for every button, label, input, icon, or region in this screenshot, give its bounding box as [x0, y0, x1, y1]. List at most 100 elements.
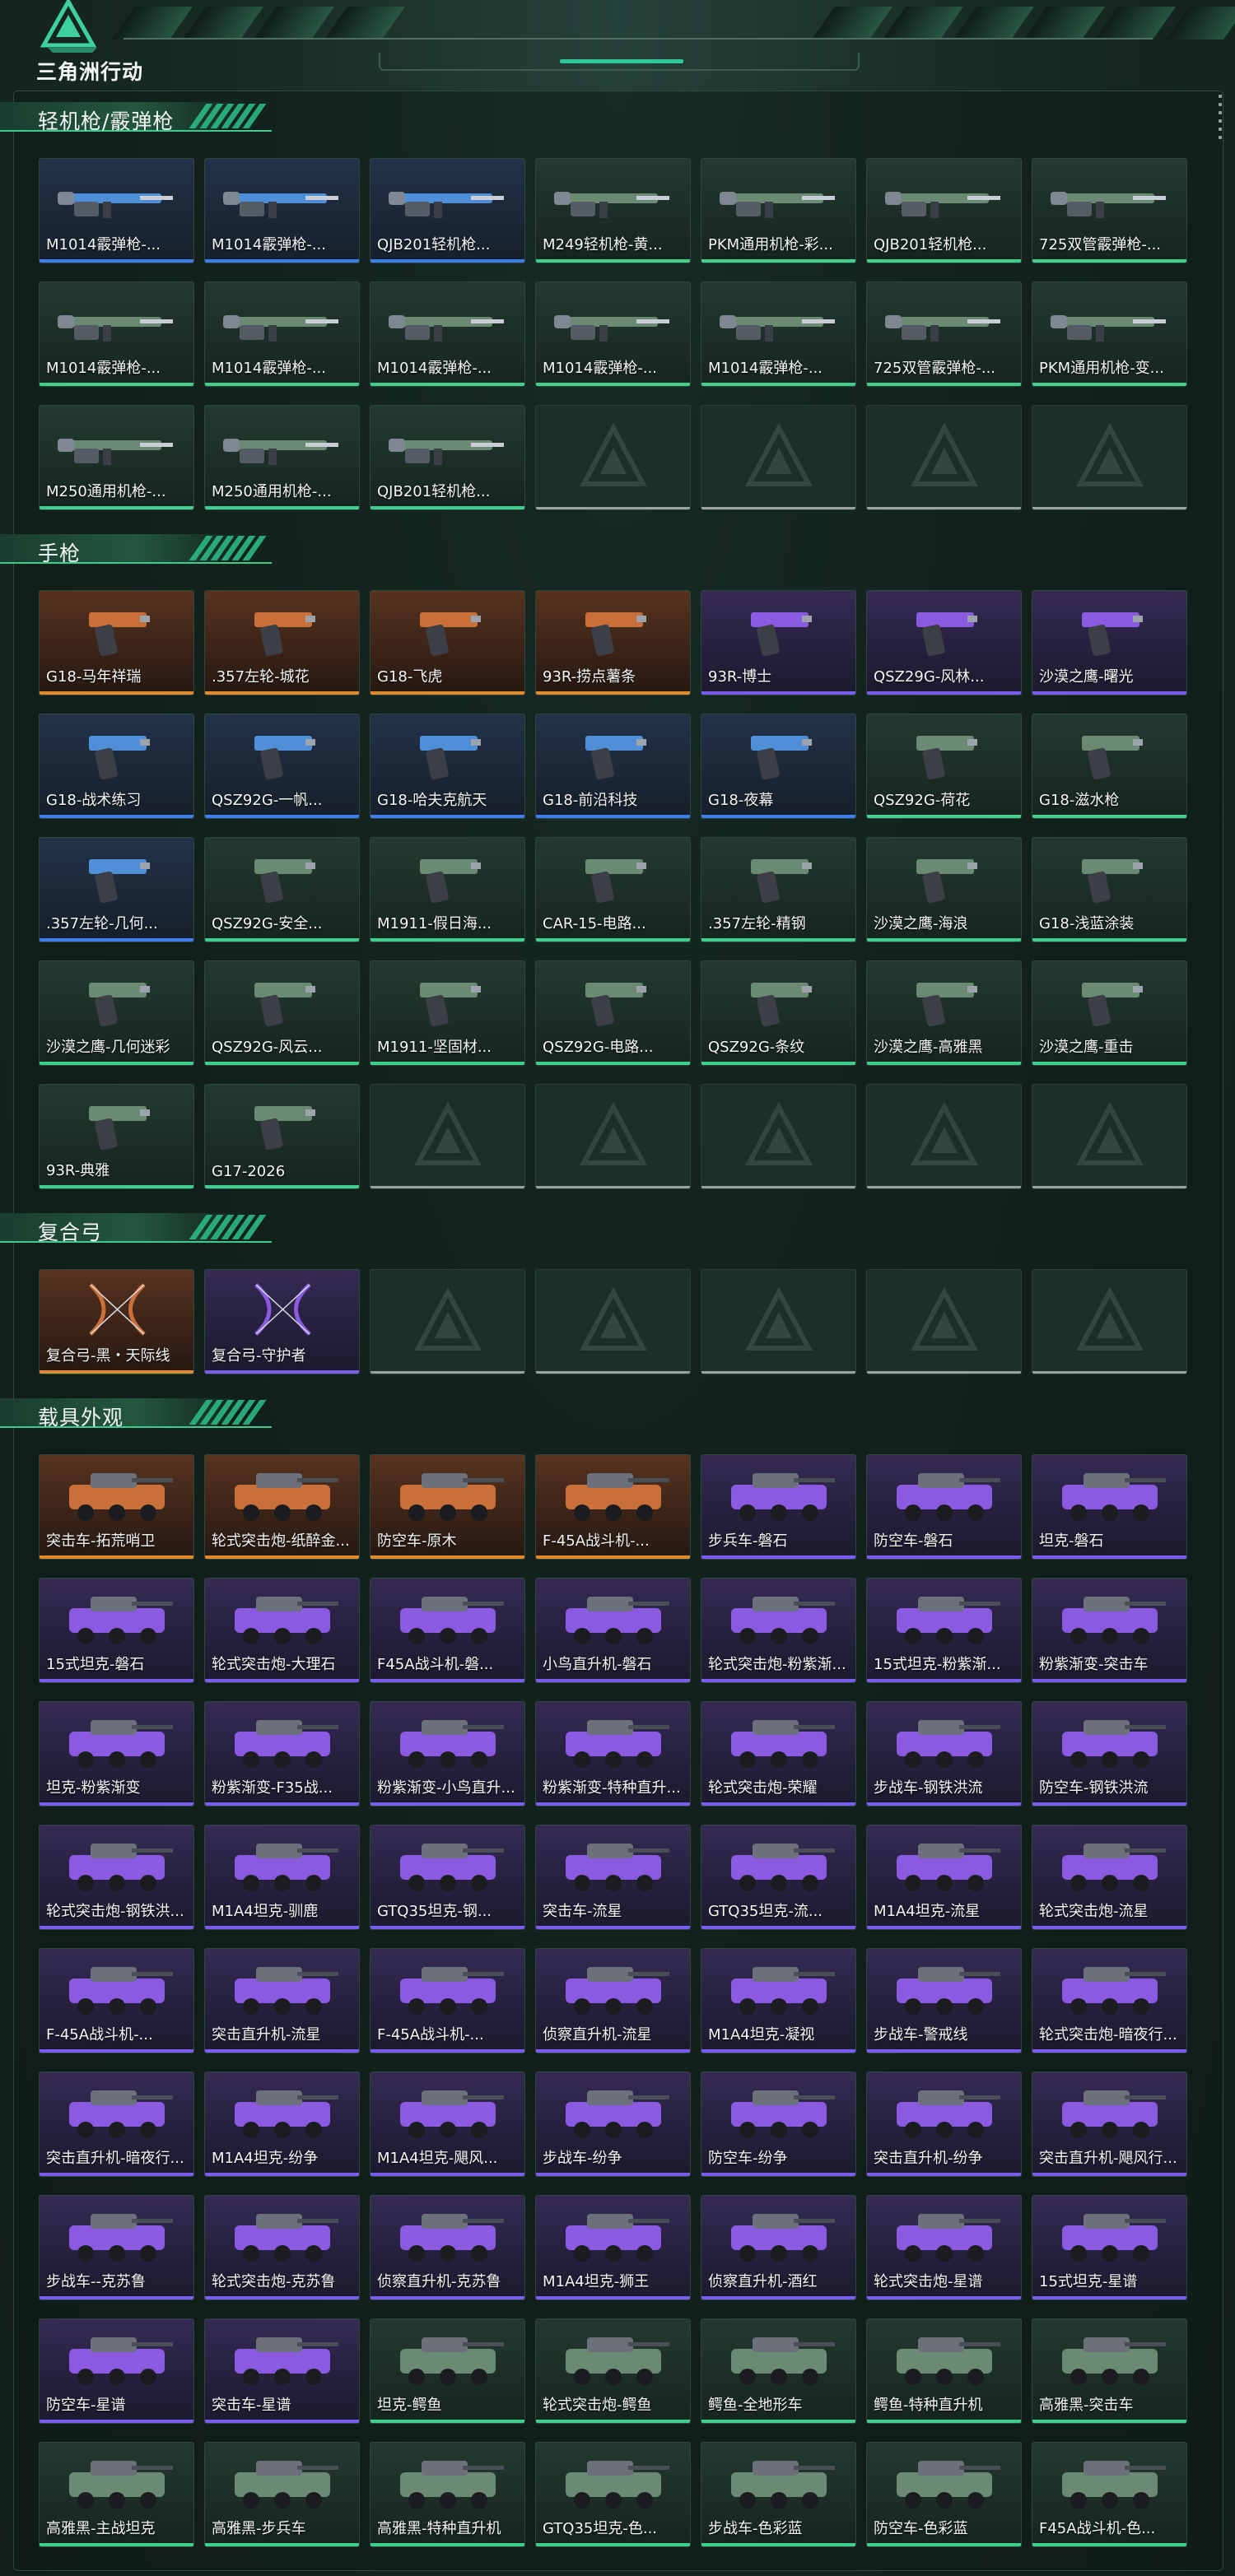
- skin-card[interactable]: 725双管霰弹枪-...: [866, 281, 1022, 387]
- skin-card[interactable]: 防空车-磐石: [866, 1454, 1022, 1560]
- skin-card[interactable]: QJB201轻机枪...: [370, 158, 525, 263]
- skin-card[interactable]: G18-滋水枪: [1032, 714, 1187, 819]
- skin-card[interactable]: M1A4坦克-飓风...: [370, 2071, 525, 2177]
- skin-card[interactable]: QJB201轻机枪...: [370, 405, 525, 510]
- skin-card[interactable]: G18-浅蓝涂装: [1032, 837, 1187, 942]
- skin-card[interactable]: G18-前沿科技: [535, 714, 691, 819]
- skin-card[interactable]: M249轻机枪-黄...: [535, 158, 691, 263]
- skin-card[interactable]: F-45A战斗机-...: [39, 1948, 194, 2053]
- skin-card[interactable]: 沙漠之鹰-海浪: [866, 837, 1022, 942]
- skin-card[interactable]: 沙漠之鹰-重击: [1032, 960, 1187, 1066]
- skin-card[interactable]: QSZ92G-电路...: [535, 960, 691, 1066]
- skin-card[interactable]: PKM通用机枪-变...: [1032, 281, 1187, 387]
- skin-card[interactable]: 突击车-星谱: [204, 2318, 360, 2424]
- skin-card[interactable]: 防空车-钢铁洪流: [1032, 1701, 1187, 1806]
- skin-card[interactable]: M1911-坚固材...: [370, 960, 525, 1066]
- skin-card[interactable]: M1911-假日海...: [370, 837, 525, 942]
- skin-card[interactable]: 93R-捞点薯条: [535, 590, 691, 695]
- skin-card[interactable]: CAR-15-电路...: [535, 837, 691, 942]
- skin-card[interactable]: 轮式突击炮-粉紫渐...: [701, 1578, 856, 1683]
- skin-card[interactable]: M1014霰弹枪-...: [701, 281, 856, 387]
- skin-card[interactable]: .357左轮-城花: [204, 590, 360, 695]
- skin-card[interactable]: .357左轮-精钢: [701, 837, 856, 942]
- skin-card[interactable]: 轮式突击炮-暗夜行...: [1032, 1948, 1187, 2053]
- skin-card[interactable]: M250通用机枪-...: [39, 405, 194, 510]
- skin-card[interactable]: 轮式突击炮-克苏鲁: [204, 2195, 360, 2300]
- skin-card[interactable]: G18-哈夫克航天: [370, 714, 525, 819]
- skin-card[interactable]: 沙漠之鹰-曙光: [1032, 590, 1187, 695]
- skin-card[interactable]: 防空车-原木: [370, 1454, 525, 1560]
- skin-card[interactable]: 防空车-星谱: [39, 2318, 194, 2424]
- skin-card[interactable]: 突击直升机-飓风行...: [1032, 2071, 1187, 2177]
- skin-card[interactable]: 高雅黑-特种直升机: [370, 2442, 525, 2547]
- skin-card[interactable]: G18-战术练习: [39, 714, 194, 819]
- skin-card[interactable]: 725双管霰弹枪-...: [1032, 158, 1187, 263]
- skin-card[interactable]: F-45A战斗机-...: [370, 1948, 525, 2053]
- skin-card[interactable]: M250通用机枪-...: [204, 405, 360, 510]
- skin-card[interactable]: QJB201轻机枪...: [866, 158, 1022, 263]
- skin-card[interactable]: G17-2026: [204, 1084, 360, 1189]
- skin-card[interactable]: 突击车-拓荒哨卫: [39, 1454, 194, 1560]
- skin-card[interactable]: M1014霰弹枪-...: [39, 158, 194, 263]
- skin-card[interactable]: 坦克-磐石: [1032, 1454, 1187, 1560]
- scrollbar-handle[interactable]: [1219, 95, 1222, 144]
- skin-card[interactable]: M1A4坦克-驯鹿: [204, 1825, 360, 1930]
- skin-card[interactable]: 坦克-粉紫渐变: [39, 1701, 194, 1806]
- skin-card[interactable]: 15式坦克-磐石: [39, 1578, 194, 1683]
- skin-card[interactable]: 侦察直升机-克苏鲁: [370, 2195, 525, 2300]
- skin-card[interactable]: 轮式突击炮-鳄鱼: [535, 2318, 691, 2424]
- skin-card[interactable]: 轮式突击炮-星谱: [866, 2195, 1022, 2300]
- skin-card[interactable]: QSZ92G-风云...: [204, 960, 360, 1066]
- skin-card[interactable]: 复合弓-守护者: [204, 1269, 360, 1374]
- skin-card[interactable]: M1A4坦克-凝视: [701, 1948, 856, 2053]
- skin-card[interactable]: M1014霰弹枪-...: [39, 281, 194, 387]
- skin-card[interactable]: 15式坦克-星谱: [1032, 2195, 1187, 2300]
- skin-card[interactable]: 轮式突击炮-荣耀: [701, 1701, 856, 1806]
- skin-card[interactable]: 轮式突击炮-纸醉金...: [204, 1454, 360, 1560]
- skin-card[interactable]: 粉紫渐变-小鸟直升...: [370, 1701, 525, 1806]
- skin-card[interactable]: M1A4坦克-狮王: [535, 2195, 691, 2300]
- skin-card[interactable]: F45A战斗机-色...: [1032, 2442, 1187, 2547]
- skin-card[interactable]: M1014霰弹枪-...: [370, 281, 525, 387]
- skin-card[interactable]: 突击直升机-暗夜行...: [39, 2071, 194, 2177]
- skin-card[interactable]: 突击直升机-流星: [204, 1948, 360, 2053]
- skin-card[interactable]: 轮式突击炮-流星: [1032, 1825, 1187, 1930]
- skin-card[interactable]: 粉紫渐变-突击车: [1032, 1578, 1187, 1683]
- skin-card[interactable]: 侦察直升机-流星: [535, 1948, 691, 2053]
- skin-card[interactable]: 步战车-钢铁洪流: [866, 1701, 1022, 1806]
- skin-card[interactable]: 15式坦克-粉紫渐...: [866, 1578, 1022, 1683]
- skin-card[interactable]: 鳄鱼-特种直升机: [866, 2318, 1022, 2424]
- skin-card[interactable]: 防空车-色彩蓝: [866, 2442, 1022, 2547]
- skin-card[interactable]: QSZ92G-荷花: [866, 714, 1022, 819]
- skin-card[interactable]: G18-马年祥瑞: [39, 590, 194, 695]
- skin-card[interactable]: M1A4坦克-纷争: [204, 2071, 360, 2177]
- skin-card[interactable]: GTQ35坦克-色...: [535, 2442, 691, 2547]
- skin-card[interactable]: F45A战斗机-磐...: [370, 1578, 525, 1683]
- skin-card[interactable]: 突击车-流星: [535, 1825, 691, 1930]
- skin-card[interactable]: PKM通用机枪-彩...: [701, 158, 856, 263]
- skin-card[interactable]: GTQ35坦克-流...: [701, 1825, 856, 1930]
- skin-card[interactable]: M1014霰弹枪-...: [535, 281, 691, 387]
- skin-card[interactable]: QSZ92G-一帆...: [204, 714, 360, 819]
- skin-card[interactable]: 步战车-纷争: [535, 2071, 691, 2177]
- skin-card[interactable]: GTQ35坦克-钢...: [370, 1825, 525, 1930]
- skin-card[interactable]: QSZ29G-风林...: [866, 590, 1022, 695]
- skin-card[interactable]: F-45A战斗机-...: [535, 1454, 691, 1560]
- skin-card[interactable]: 步兵车-磐石: [701, 1454, 856, 1560]
- skin-card[interactable]: M1014霰弹枪-...: [204, 158, 360, 263]
- skin-card[interactable]: G18-夜幕: [701, 714, 856, 819]
- skin-card[interactable]: 步战车--克苏鲁: [39, 2195, 194, 2300]
- skin-card[interactable]: .357左轮-几何...: [39, 837, 194, 942]
- skin-card[interactable]: 粉紫渐变-F35战...: [204, 1701, 360, 1806]
- skin-card[interactable]: 沙漠之鹰-高雅黑: [866, 960, 1022, 1066]
- skin-card[interactable]: 粉紫渐变-特种直升...: [535, 1701, 691, 1806]
- skin-card[interactable]: 沙漠之鹰-几何迷彩: [39, 960, 194, 1066]
- skin-card[interactable]: 高雅黑-步兵车: [204, 2442, 360, 2547]
- skin-card[interactable]: G18-飞虎: [370, 590, 525, 695]
- skin-card[interactable]: QSZ92G-安全...: [204, 837, 360, 942]
- skin-card[interactable]: 93R-典雅: [39, 1084, 194, 1189]
- skin-card[interactable]: 突击直升机-纷争: [866, 2071, 1022, 2177]
- skin-card[interactable]: QSZ92G-条纹: [701, 960, 856, 1066]
- skin-card[interactable]: 轮式突击炮-钢铁洪...: [39, 1825, 194, 1930]
- skin-card[interactable]: 坦克-鳄鱼: [370, 2318, 525, 2424]
